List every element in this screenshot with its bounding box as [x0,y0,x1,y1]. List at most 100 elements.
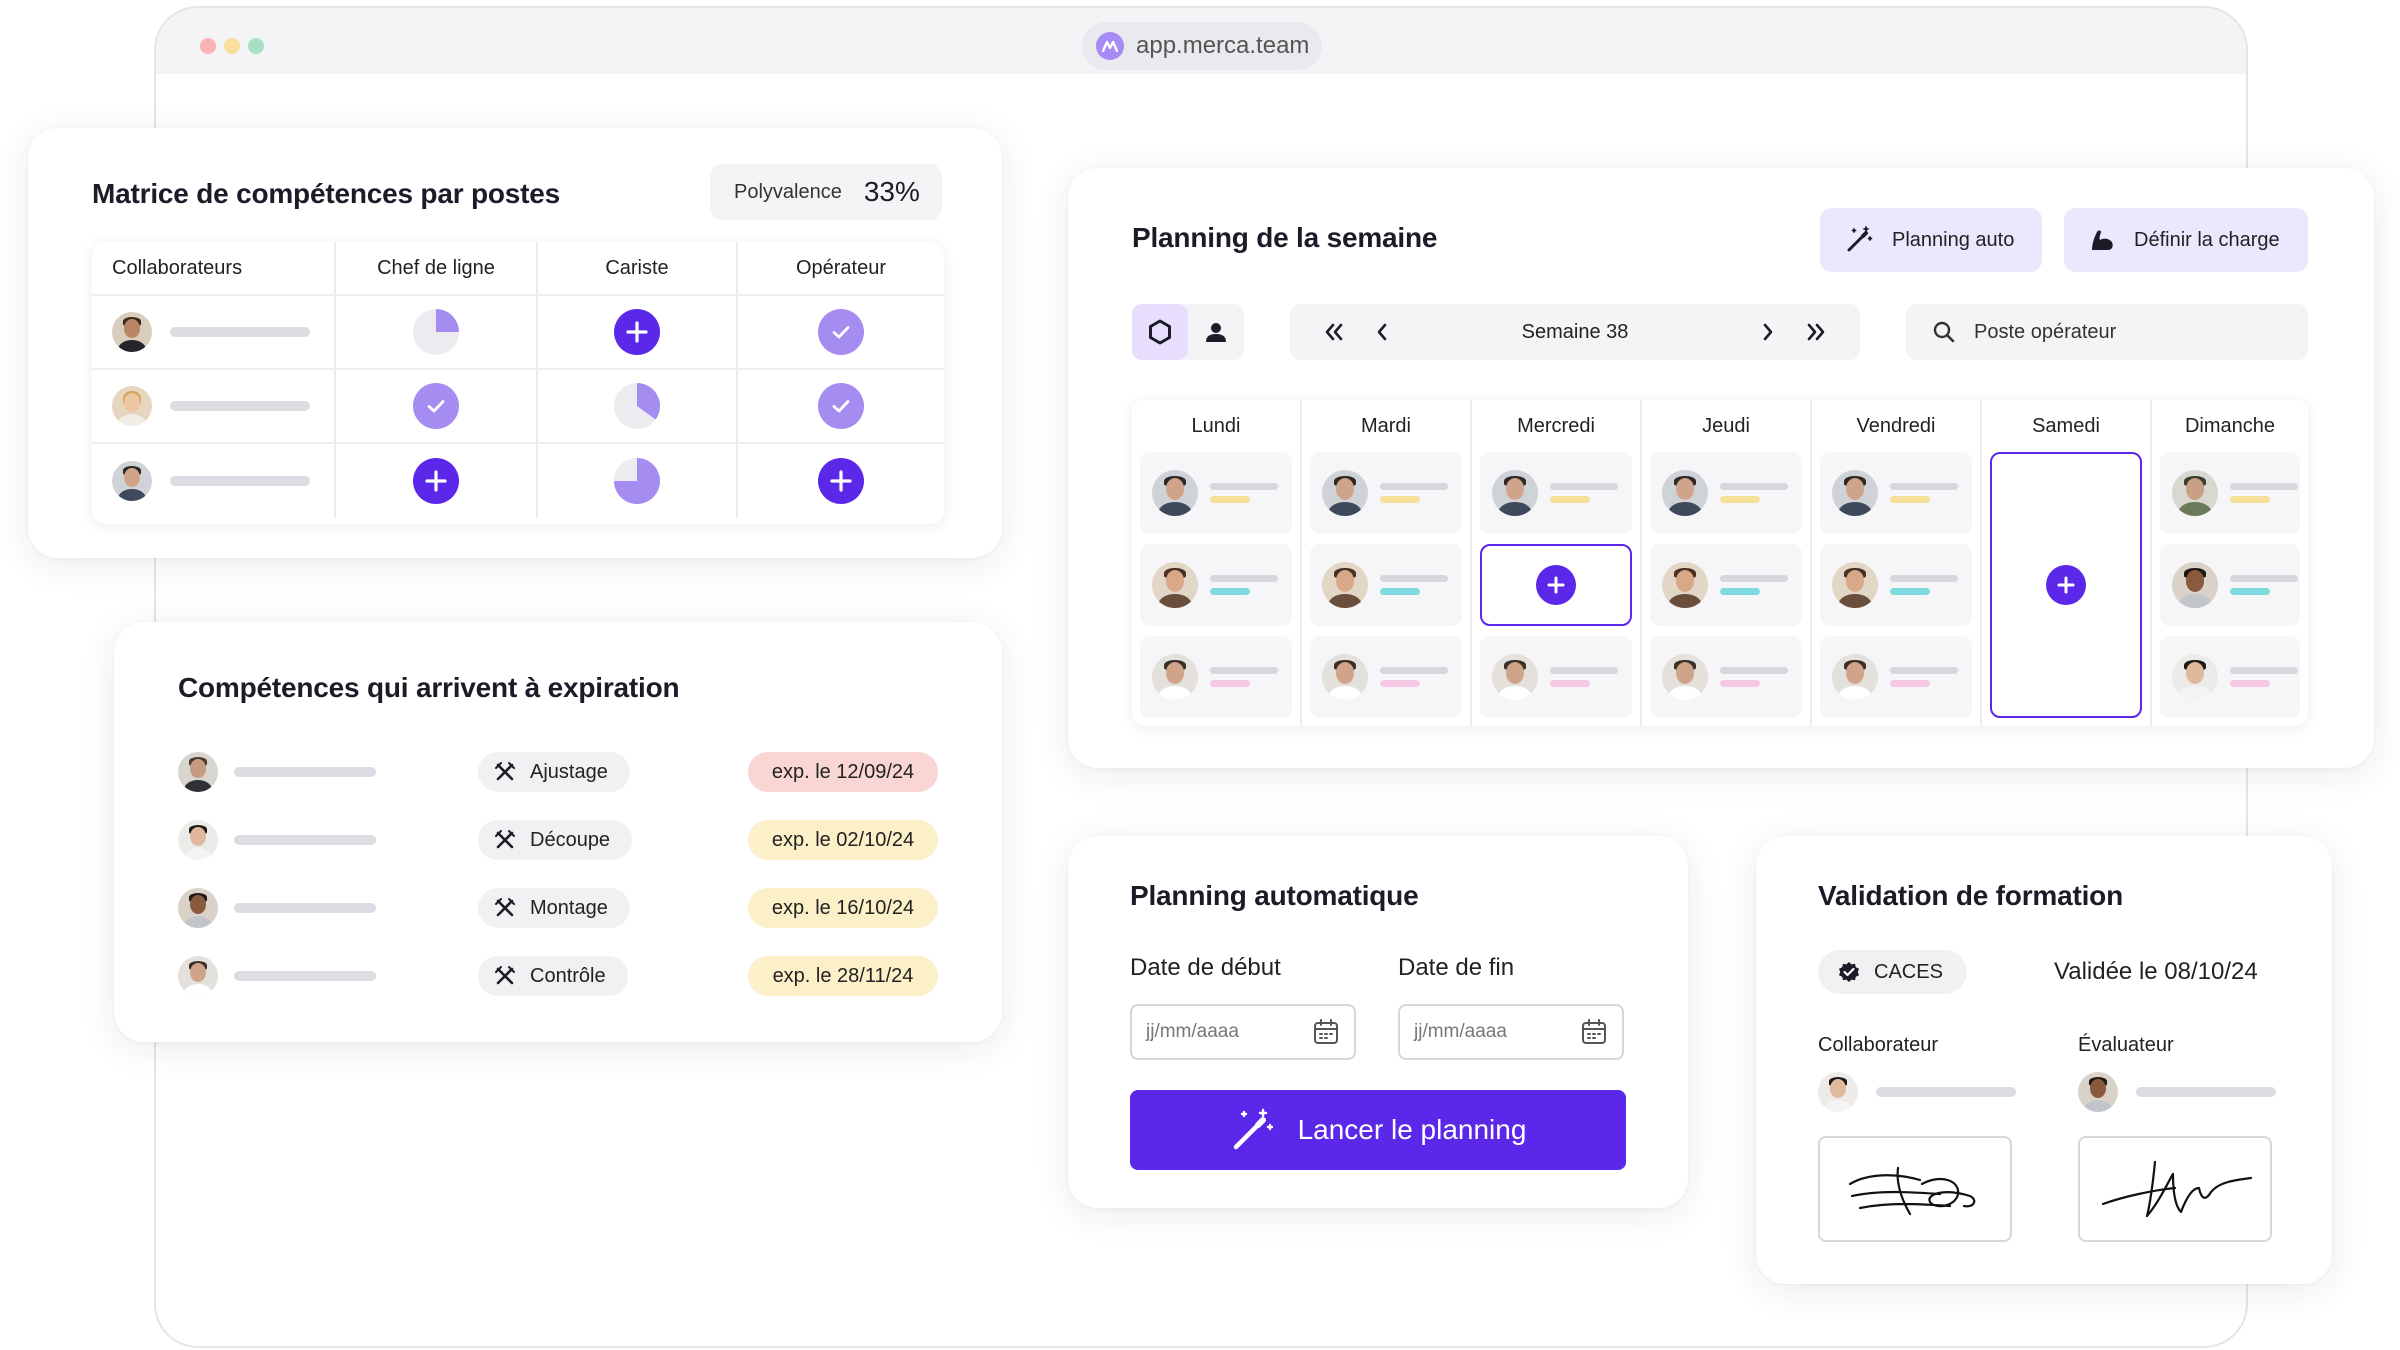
skill-level-cell[interactable] [738,444,944,518]
day-column: Mercredi [1472,400,1642,726]
shift-slot[interactable] [1480,636,1632,718]
end-date-label: Date de fin [1398,954,1515,981]
calendar-icon[interactable] [1312,1018,1340,1046]
skill-level-cell[interactable] [336,444,538,518]
search-placeholder: Poste opérateur [1974,320,2117,343]
add-skill-button[interactable] [818,458,864,504]
calendar-icon[interactable] [1580,1018,1608,1046]
minimize-window-dot[interactable] [224,38,240,54]
shift-slot[interactable] [1310,636,1462,718]
shift-slot[interactable] [1140,452,1292,534]
certification-badge: CACES [1818,950,1967,994]
skill-progress-pie-icon [614,458,660,504]
planning-auto-button[interactable]: Planning auto [1820,208,2042,272]
avatar [112,312,152,352]
next-week-button[interactable] [1744,304,1792,360]
avatar [1492,470,1538,516]
check-icon [832,326,850,339]
expiring-skills-title: Compétences qui arrivent à expiration [178,672,680,703]
skill-validated-badge [818,383,864,429]
view-toggle [1132,304,1244,360]
skill-level-cell[interactable] [738,370,944,442]
empty-day-slot[interactable] [1990,452,2142,718]
shift-slot[interactable] [1310,452,1462,534]
plus-icon [626,321,648,343]
shift-slot[interactable] [2160,544,2300,626]
shift-slot[interactable] [2160,452,2300,534]
polyvalence-label: Polyvalence [734,180,842,203]
add-skill-button[interactable] [413,458,459,504]
training-validation-title: Validation de formation [1818,880,2123,911]
address-bar[interactable]: app.merca.team [1082,22,1322,70]
shift-slot[interactable] [2160,636,2300,718]
start-date-input[interactable]: jj/mm/aaaa [1130,1004,1356,1060]
add-assignment-button[interactable] [1536,565,1576,605]
avatar [2078,1072,2118,1112]
chevron-right-icon [1763,323,1773,341]
day-column: Lundi [1132,400,1302,726]
shift-slot[interactable] [1820,452,1972,534]
shift-slot[interactable] [1650,636,1802,718]
column-header-collaborateurs: Collaborateurs [92,242,336,294]
weekly-planning-title: Planning de la semaine [1132,222,1438,253]
start-date-label: Date de début [1130,954,1281,981]
add-assignment-button[interactable] [2046,565,2086,605]
double-chevron-left-icon [1325,323,1343,341]
end-date-input[interactable]: jj/mm/aaaa [1398,1004,1624,1060]
first-week-button[interactable] [1310,304,1358,360]
signature-drawing [1848,1166,1976,1216]
collaborateur-signature-pad[interactable] [1818,1136,2012,1242]
avatar [1662,654,1708,700]
close-window-dot[interactable] [200,38,216,54]
maximize-window-dot[interactable] [248,38,264,54]
evaluateur-signature-pad[interactable] [2078,1136,2272,1242]
avatar [1322,470,1368,516]
check-icon [427,400,445,413]
skill-level-cell[interactable] [336,296,538,368]
skill-name: Découpe [530,828,611,851]
shift-slot[interactable] [1310,544,1462,626]
url-text: app.merca.team [1136,32,1310,59]
skill-tag: Contrôle [478,956,628,996]
user-icon [1206,323,1226,342]
launch-planning-button[interactable]: Lancer le planning [1130,1090,1626,1170]
shift-slot[interactable] [1480,452,1632,534]
view-by-station-toggle[interactable] [1132,304,1188,360]
view-by-person-toggle[interactable] [1188,304,1244,360]
validation-date: Validée le 08/10/24 [2054,958,2258,985]
skill-tag: Découpe [478,820,633,860]
skill-level-cell[interactable] [738,296,944,368]
avatar [2172,654,2218,700]
list-item[interactable]: Ajustage exp. le 12/09/24 [178,748,938,796]
shift-slot[interactable] [1140,544,1292,626]
verified-badge-icon [1839,962,1859,982]
add-skill-button[interactable] [614,309,660,355]
skill-level-cell[interactable] [538,370,738,442]
list-item[interactable]: Montage exp. le 16/10/24 [178,884,938,932]
collaborator-cell [92,296,336,368]
skill-level-cell[interactable] [538,296,738,368]
define-load-button[interactable]: Définir la charge [2064,208,2308,272]
tools-icon [495,762,515,781]
skill-level-cell[interactable] [538,444,738,518]
list-item[interactable]: Découpe exp. le 02/10/24 [178,816,938,864]
collaborateur-label: Collaborateur [1818,1034,1939,1056]
list-item[interactable]: Contrôle exp. le 28/11/24 [178,952,938,1000]
plus-icon [830,470,852,492]
expiry-badge: exp. le 28/11/24 [748,956,938,996]
skill-level-cell[interactable] [336,370,538,442]
last-week-button[interactable] [1792,304,1840,360]
shift-slot[interactable] [1140,636,1292,718]
station-search-input[interactable]: Poste opérateur [1906,304,2308,360]
shift-slot[interactable] [1820,544,1972,626]
collaborator-cell [92,444,336,518]
shift-slot[interactable] [1650,544,1802,626]
certification-name: CACES [1874,960,1943,983]
shift-slot[interactable] [1650,452,1802,534]
day-column: Mardi [1302,400,1472,726]
avatar [1152,470,1198,516]
expiry-badge: exp. le 16/10/24 [748,888,938,928]
empty-shift-slot[interactable] [1480,544,1632,626]
previous-week-button[interactable] [1358,304,1406,360]
shift-slot[interactable] [1820,636,1972,718]
